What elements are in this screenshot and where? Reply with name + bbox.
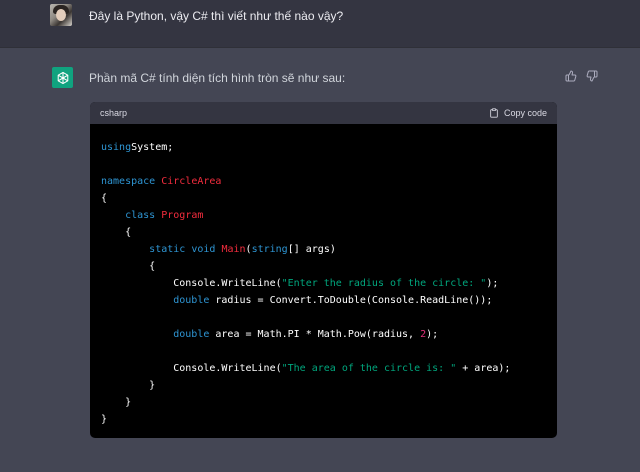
user-avatar (50, 4, 72, 26)
code-token: Console.WriteLine( (101, 278, 282, 289)
code-token: area = Math.PI * Math.Pow(radius, (209, 329, 421, 340)
code-token: static (149, 244, 186, 255)
code-token: radius = Convert.ToDouble(Console.ReadLi… (209, 295, 493, 306)
code-token: void (191, 244, 216, 255)
code-token: using (101, 142, 132, 153)
code-line: } (101, 377, 546, 394)
code-token: Main (221, 244, 246, 255)
code-token: namespace (101, 176, 156, 187)
code-line: class Program (101, 207, 546, 224)
code-token: ); (426, 329, 439, 340)
user-message-row: Đây là Python, vậy C# thì viết như thế n… (0, 0, 640, 48)
code-line: Console.WriteLine("Enter the radius of t… (101, 275, 546, 292)
code-token: System; (131, 142, 174, 153)
code-line: } (101, 394, 546, 411)
code-token: [] args) (287, 244, 336, 255)
code-content: usingSystem; namespace CircleArea { class… (90, 124, 557, 428)
code-line: } (101, 411, 546, 428)
code-line: { (101, 224, 546, 241)
code-line: { (101, 190, 546, 207)
code-token: } (101, 380, 156, 391)
code-block: csharp Copy code usingSystem; namespace … (90, 102, 557, 438)
code-line: double radius = Convert.ToDouble(Console… (101, 292, 546, 309)
code-token: CircleArea (161, 176, 222, 187)
code-line: double area = Math.PI * Math.Pow(radius,… (101, 326, 546, 343)
assistant-intro-text: Phần mã C# tính diện tích hình tròn sẽ n… (89, 71, 346, 85)
code-token: double (173, 295, 210, 306)
clipboard-icon (490, 108, 498, 118)
thumbs-down-icon[interactable] (585, 69, 599, 83)
copy-code-button[interactable]: Copy code (489, 108, 547, 118)
copy-code-label: Copy code (503, 108, 547, 118)
code-line: { (101, 258, 546, 275)
code-token: "Enter the radius of the circle: " (281, 278, 487, 289)
code-block-header: csharp Copy code (90, 102, 557, 124)
code-line: usingSystem; (101, 139, 546, 156)
code-token: Console.WriteLine( (101, 363, 282, 374)
code-token: Program (161, 210, 204, 221)
code-line: namespace CircleArea (101, 173, 546, 190)
thumbs-up-icon[interactable] (564, 69, 578, 83)
code-line: static void Main(string[] args) (101, 241, 546, 258)
code-token: ); (486, 278, 499, 289)
code-token: "The area of the circle is: " (281, 363, 457, 374)
code-line: Console.WriteLine("The area of the circl… (101, 360, 546, 377)
openai-logo-icon (52, 67, 73, 88)
user-message-text: Đây là Python, vậy C# thì viết như thế n… (89, 9, 344, 23)
code-token: } (101, 414, 108, 425)
code-token: { (101, 193, 108, 204)
code-token: + area); (456, 363, 511, 374)
code-token: { (101, 227, 132, 238)
code-token: } (101, 397, 132, 408)
code-token: string (251, 244, 288, 255)
code-token: { (101, 261, 156, 272)
code-token: double (173, 329, 210, 340)
code-token: class (125, 210, 156, 221)
code-language-label: csharp (100, 108, 128, 118)
